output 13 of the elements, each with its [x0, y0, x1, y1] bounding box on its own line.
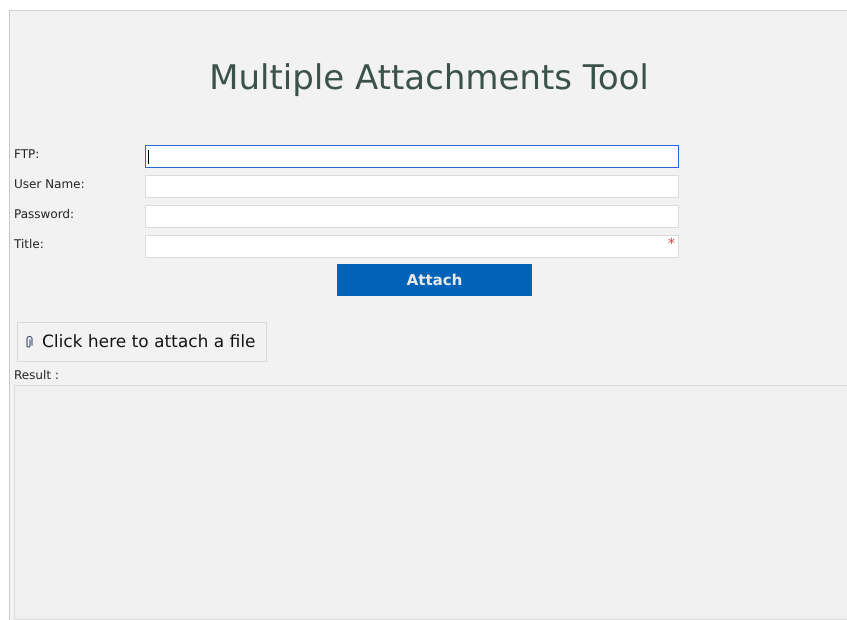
text-field[interactable]: [145, 145, 679, 168]
field-label: User Name:: [14, 176, 86, 193]
attach-button[interactable]: Attach: [337, 264, 532, 296]
page-title: Multiple Attachments Tool: [208, 58, 650, 100]
result-label: Result :: [14, 368, 60, 382]
attach-file-button[interactable]: Click here to attach a file: [17, 322, 267, 362]
field-label: FTP:: [14, 146, 40, 163]
text-cursor: [148, 150, 149, 164]
field-label: Password:: [14, 206, 76, 223]
required-mark: *: [668, 236, 675, 252]
paperclip-icon: [26, 336, 34, 348]
text-field[interactable]: *: [145, 235, 679, 258]
field-label: Title:: [14, 236, 45, 253]
